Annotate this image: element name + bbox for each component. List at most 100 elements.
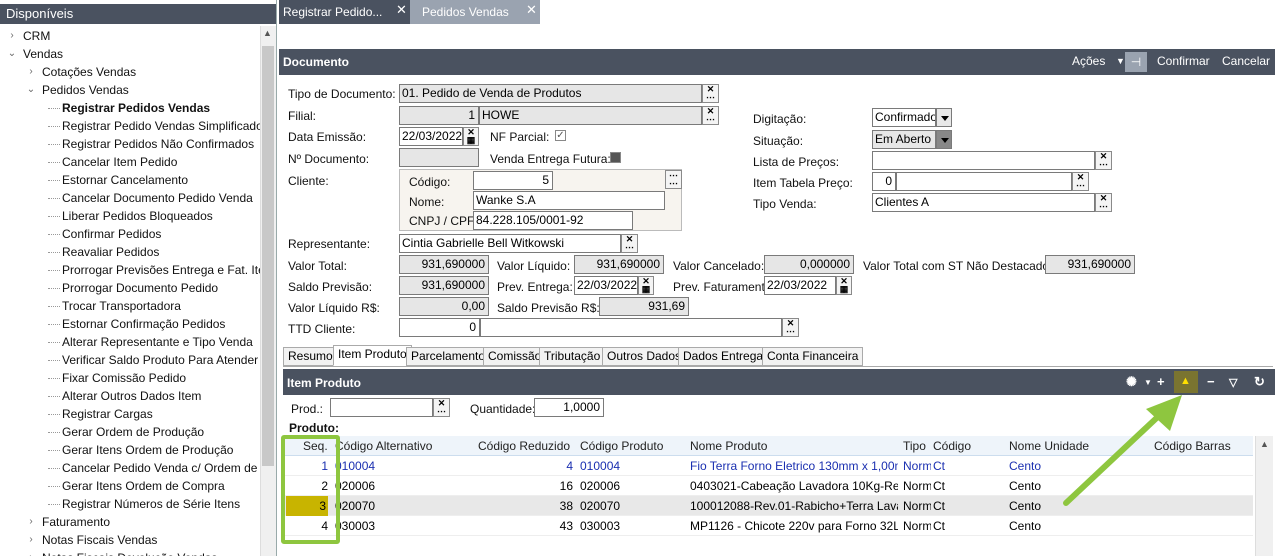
subtab[interactable]: Outros Dados [602, 347, 687, 366]
sidebar-item[interactable]: Cotações Vendas [42, 63, 136, 81]
nf-parcial-checkbox[interactable]: ✓ [555, 130, 566, 141]
sidebar-item[interactable]: Pedidos Vendas [42, 81, 129, 99]
remove-icon[interactable]: − [1207, 374, 1215, 389]
sidebar-item[interactable]: Registrar Pedidos Não Confirmados [62, 135, 254, 153]
sidebar-item[interactable]: Estornar Confirmação Pedidos [62, 315, 225, 333]
subtab[interactable]: Item Produto [333, 345, 412, 366]
item-tabela-preco-code-field[interactable]: 0 [872, 172, 896, 191]
lookup-button[interactable]: ✕ ⋯ [433, 398, 450, 417]
subtab[interactable]: Conta Financeira [762, 347, 864, 366]
cliente-nome-field[interactable]: Wanke S.A [473, 191, 665, 210]
ttd-cliente-code-field[interactable]: 0 [399, 318, 480, 337]
prod-field[interactable] [330, 398, 433, 417]
acoes-button[interactable]: Ações [1072, 54, 1105, 68]
lookup-button[interactable]: ✕ ⋯ [1095, 193, 1112, 212]
tipo-venda-field[interactable]: Clientes A [872, 193, 1095, 212]
sidebar-item[interactable]: Gerar Itens Ordem de Produção [62, 441, 233, 459]
column-header[interactable]: Nome Produto [690, 436, 898, 456]
lookup-button[interactable]: ⋯ ⋯ [665, 170, 682, 189]
prev-entrega-field[interactable]: 22/03/2022 [574, 276, 638, 295]
filial-name-field[interactable]: HOWE [479, 106, 702, 125]
move-up-button[interactable]: ▲ [1174, 371, 1198, 393]
close-icon[interactable]: ✕ [526, 0, 537, 22]
column-header[interactable]: Código Alternativo [335, 436, 475, 456]
column-header[interactable]: Tipo [903, 436, 933, 456]
tab-registrar-pedido[interactable]: Registrar Pedido... ✕ [279, 0, 410, 24]
expand-down-icon[interactable]: ⌄ [7, 45, 17, 63]
sidebar-item[interactable]: Registrar Pedido Vendas Simplificado [62, 117, 263, 135]
chevron-right-icon[interactable]: › [7, 27, 17, 45]
sidebar-scroll-thumb[interactable] [262, 46, 274, 466]
cliente-codigo-field[interactable]: 5 [473, 171, 553, 190]
sidebar-item[interactable]: Liberar Pedidos Bloqueados [62, 207, 213, 225]
sidebar-item[interactable]: Reavaliar Pedidos [62, 243, 159, 261]
sidebar-item[interactable]: Registrar Cargas [62, 405, 153, 423]
tab-pedidos-vendas[interactable]: Pedidos Vendas ✕ [410, 0, 540, 24]
digitacao-select[interactable]: Confirmado [872, 108, 936, 127]
sidebar-item[interactable]: Cancelar Item Pedido [62, 153, 177, 171]
sidebar-item[interactable]: Prorrogar Documento Pedido [62, 279, 218, 297]
lookup-button[interactable]: ✕ ⋯ [702, 84, 719, 103]
sidebar-item[interactable]: Trocar Transportadora [62, 297, 181, 315]
column-header[interactable]: Código Produto [580, 436, 688, 456]
scroll-up-icon[interactable]: ▲ [263, 28, 272, 38]
sidebar-item[interactable]: Fixar Comissão Pedido [62, 369, 186, 387]
sidebar-item[interactable]: Alterar Representante e Tipo Venda [62, 333, 253, 351]
sidebar-item[interactable]: Prorrogar Previsões Entrega e Fat. Itens [62, 261, 276, 279]
lista-precos-field[interactable] [872, 151, 1095, 170]
sidebar-item[interactable]: Estornar Cancelamento [62, 171, 188, 189]
sidebar-item[interactable]: Alterar Outros Dados Item [62, 387, 201, 405]
sidebar-item[interactable]: CRM [23, 27, 50, 45]
prev-faturamento-field[interactable]: 22/03/2022 [764, 276, 836, 295]
chevron-right-icon[interactable]: › [26, 63, 36, 81]
close-icon[interactable]: ✕ [396, 0, 407, 22]
chevron-right-icon[interactable]: › [26, 513, 36, 531]
sidebar-item[interactable]: Gerar Itens Ordem de Compra [62, 477, 225, 495]
sidebar-item[interactable]: Vendas [23, 45, 63, 63]
subtab[interactable]: Resumo [283, 347, 338, 366]
lookup-button[interactable]: ✕ ⋯ [1095, 151, 1112, 170]
sidebar-item[interactable]: Notas Fiscais Vendas [42, 531, 157, 549]
cnpj-field[interactable]: 84.228.105/0001-92 [473, 211, 633, 230]
grid-scrollbar[interactable]: ▲ [1255, 436, 1273, 556]
filial-code-field[interactable]: 1 [399, 106, 479, 125]
sidebar-item[interactable]: Confirmar Pedidos [62, 225, 161, 243]
lookup-button[interactable]: ✕ ⋯ [702, 106, 719, 125]
chevron-right-icon[interactable]: › [26, 531, 36, 549]
sidebar-item[interactable]: Gerar Ordem de Produção [62, 423, 204, 441]
column-header[interactable]: Código Reduzido [478, 436, 576, 456]
expand-down-icon[interactable]: ⌄ [26, 81, 36, 99]
data-emissao-field[interactable]: 22/03/2022 [399, 127, 463, 146]
sidebar-item[interactable]: Faturamento [42, 513, 110, 531]
chevron-right-icon[interactable]: › [26, 549, 36, 556]
lookup-button[interactable]: ✕ ⋯ [621, 234, 638, 253]
venda-entrega-futura-checkbox[interactable] [610, 152, 621, 163]
chevron-down-icon[interactable] [936, 130, 952, 149]
sidebar-item[interactable]: Registrar Números de Série Itens [62, 495, 240, 513]
lookup-button[interactable]: ✕ ⋯ [782, 318, 799, 337]
subtab[interactable]: Tributação [539, 347, 606, 366]
chevron-down-icon[interactable] [936, 108, 952, 127]
tipo-documento-field[interactable]: 01. Pedido de Venda de Produtos [399, 84, 702, 103]
settings-icon[interactable]: ✺ [1126, 374, 1137, 390]
pin-icon[interactable]: ⊣ [1125, 52, 1147, 72]
quantidade-field[interactable]: 1,0000 [534, 398, 604, 417]
column-header[interactable]: Código [933, 436, 1003, 456]
cancelar-button[interactable]: Cancelar [1222, 54, 1270, 68]
sidebar-item[interactable]: Registrar Pedidos Vendas [62, 99, 210, 117]
nro-documento-field[interactable] [399, 148, 479, 167]
confirmar-button[interactable]: Confirmar [1157, 54, 1210, 68]
sidebar-item[interactable]: Cancelar Pedido Venda c/ Ordem de Produç… [62, 459, 276, 477]
refresh-icon[interactable]: ↻ [1254, 374, 1265, 390]
situacao-select[interactable]: Em Aberto [872, 130, 936, 149]
item-tabela-preco-field[interactable] [896, 172, 1072, 191]
sidebar-item[interactable]: Notas Fiscais Devolução Vendas [42, 549, 217, 556]
calendar-icon[interactable]: ✕ ▦ [638, 276, 654, 295]
representante-field[interactable]: Cintia Gabrielle Bell Witkowski [399, 234, 621, 253]
sidebar-item[interactable]: Verificar Saldo Produto Para Atender [62, 351, 258, 369]
sidebar-item[interactable]: Cancelar Documento Pedido Venda [62, 189, 253, 207]
calendar-icon[interactable]: ✕ ▦ [463, 127, 479, 146]
subtab[interactable]: Comissão [483, 347, 547, 366]
calendar-icon[interactable]: ✕ ▦ [836, 276, 852, 295]
chevron-down-icon[interactable]: ▼ [1144, 378, 1152, 387]
